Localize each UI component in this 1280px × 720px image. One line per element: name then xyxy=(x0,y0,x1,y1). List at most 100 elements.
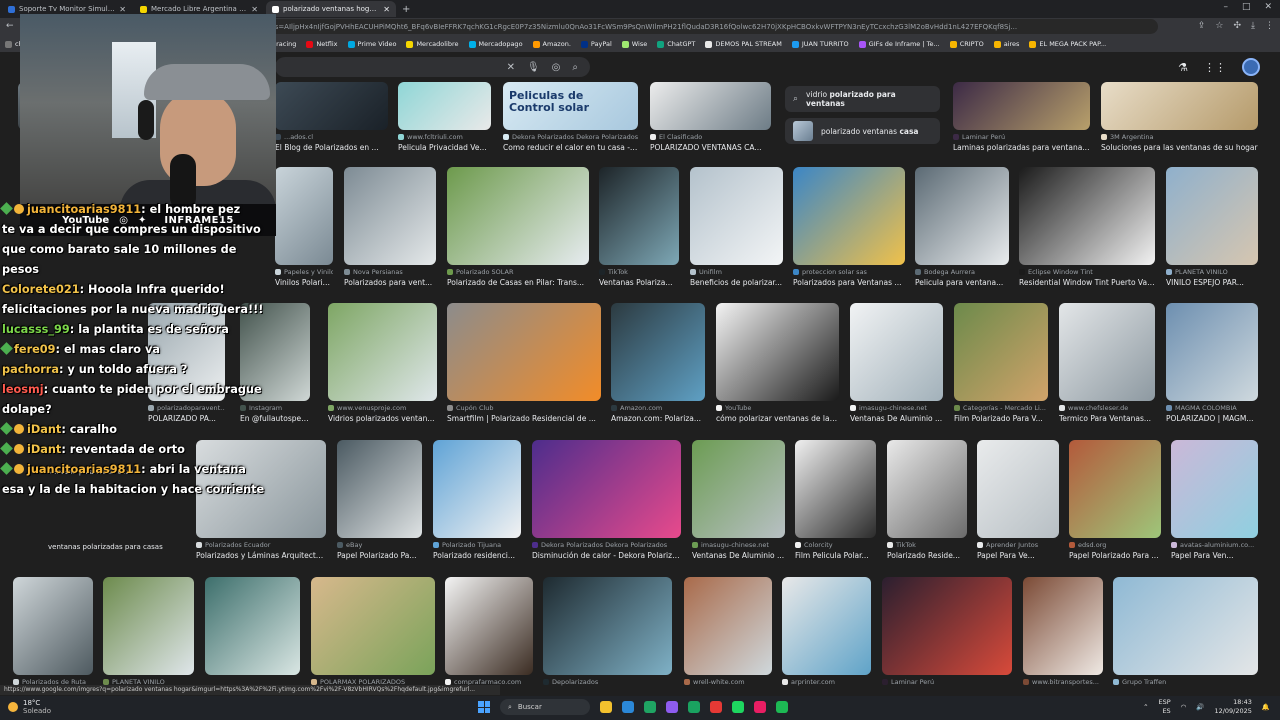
image-result[interactable]: YouTube cómo polarizar ventanas de la ... xyxy=(716,303,839,425)
image-result[interactable]: www.chefsleser.de Termico Para Ventanas..… xyxy=(1059,303,1155,425)
bookmark-item[interactable]: JUAN TURRITO xyxy=(787,40,854,48)
image-thumbnail[interactable] xyxy=(795,440,876,538)
image-source[interactable]: proteccion solar sas xyxy=(793,268,905,276)
image-thumbnail[interactable] xyxy=(328,303,437,401)
image-thumbnail[interactable] xyxy=(344,167,436,265)
image-result[interactable] xyxy=(205,577,300,686)
image-result[interactable]: El Clasificado POLARIZADO VENTANAS CA... xyxy=(650,82,771,154)
image-title[interactable]: Smartfilm | Polarizado Residencial de ..… xyxy=(447,414,601,423)
browser-tab[interactable]: polarizado ventanas hogar - Bus✕ xyxy=(266,1,396,17)
image-result[interactable]: www.venusproje.com Vidrios polarizados ve… xyxy=(328,303,437,425)
taskbar-app-icon[interactable] xyxy=(754,701,766,713)
image-result[interactable]: edsd.org Papel Polarizado Para ... xyxy=(1069,440,1161,562)
image-title[interactable]: Polarizado de Casas en Pilar: Trans... xyxy=(447,278,589,287)
image-title[interactable]: Papel Para Ve... xyxy=(977,551,1059,560)
image-source[interactable]: Bodega Aurrera xyxy=(915,268,1009,276)
image-thumbnail[interactable] xyxy=(692,440,785,538)
download-icon[interactable]: ⤓ xyxy=(1251,21,1255,31)
bookmark-item[interactable]: DEMOS PAL STREAM xyxy=(700,40,786,48)
taskbar-app-icon[interactable] xyxy=(644,701,656,713)
image-result[interactable]: TikTok Ventanas Polariza... xyxy=(599,167,679,289)
taskbar-search[interactable]: ⌕ Buscar xyxy=(500,699,590,715)
image-title[interactable]: Polarizado residenci... xyxy=(433,551,521,560)
related-search-label[interactable]: ventanas polarizadas para casas xyxy=(48,543,163,551)
image-result[interactable]: Categorías - Mercado Li... Film Polarizad… xyxy=(954,303,1048,425)
image-thumbnail[interactable] xyxy=(599,167,679,265)
image-source[interactable]: www.chefsleser.de xyxy=(1059,404,1155,412)
labs-icon[interactable]: ⚗ xyxy=(1178,61,1188,74)
bookmark-item[interactable]: Mercadopago xyxy=(464,40,528,48)
image-thumbnail[interactable] xyxy=(275,167,333,265)
image-result[interactable]: www.bitransportes... xyxy=(1023,577,1103,686)
image-result[interactable]: Polarizados de Ruta xyxy=(13,577,93,686)
image-title[interactable]: Ventanas De Aluminio ... xyxy=(692,551,785,560)
image-result[interactable]: imasugu-chinese.net Ventanas De Aluminio … xyxy=(850,303,943,425)
image-result[interactable]: arprinter.com xyxy=(782,577,871,686)
new-tab-button[interactable]: + xyxy=(402,4,410,15)
extensions-icon[interactable]: ✣ xyxy=(1233,21,1241,31)
image-thumbnail[interactable] xyxy=(1101,82,1258,130)
taskbar-app-icon[interactable] xyxy=(688,701,700,713)
image-result[interactable]: Amazon.com Amazon.com: Polariza... xyxy=(611,303,705,425)
image-source[interactable]: Laminar Perú xyxy=(953,133,1090,141)
image-source[interactable]: Eclipse Window Tint xyxy=(1019,268,1155,276)
image-title[interactable]: Papel Para Ven... xyxy=(1171,551,1258,560)
image-result[interactable]: imasugu-chinese.net Ventanas De Aluminio … xyxy=(692,440,785,562)
image-result[interactable]: Eclipse Window Tint Residential Window Ti… xyxy=(1019,167,1155,289)
image-result[interactable]: Peliculas de Control solar Dekora Polariz… xyxy=(503,82,638,154)
image-source[interactable]: 3M Argentina xyxy=(1101,133,1258,141)
image-title[interactable]: Papel Polarizado Para ... xyxy=(1069,551,1161,560)
image-result[interactable]: Dekora Polarizados Dekora Polarizados Dis… xyxy=(532,440,681,562)
notification-icon[interactable]: 🔔 xyxy=(1262,703,1270,711)
back-icon[interactable]: ← xyxy=(6,21,14,31)
image-result[interactable]: PLANETA VINILO xyxy=(103,577,194,686)
image-source[interactable]: Grupo Traffen xyxy=(1113,678,1258,686)
bookmark-item[interactable]: GIFs de Inframe | Te... xyxy=(854,40,945,48)
image-thumbnail[interactable] xyxy=(1019,167,1155,265)
image-source[interactable]: Dekora Polarizados Dekora Polarizados xyxy=(503,133,638,141)
image-result[interactable]: Depolarizados xyxy=(543,577,672,686)
image-result[interactable]: TikTok Polarizado Reside... xyxy=(887,440,967,562)
menu-icon[interactable]: ⋮ xyxy=(1265,21,1274,31)
tray-chevron-icon[interactable]: ⌃ xyxy=(1143,703,1148,711)
image-thumbnail[interactable] xyxy=(337,440,422,538)
language-indicator[interactable]: ESP ES xyxy=(1159,698,1171,716)
image-title[interactable]: POLARIZADO | MAGM... xyxy=(1166,414,1258,423)
image-thumbnail[interactable] xyxy=(611,303,705,401)
image-source[interactable]: Depolarizados xyxy=(543,678,672,686)
image-result[interactable]: 3M Argentina Soluciones para las ventanas… xyxy=(1101,82,1258,154)
image-thumbnail[interactable] xyxy=(1023,577,1103,675)
image-thumbnail[interactable] xyxy=(953,82,1090,130)
image-thumbnail[interactable] xyxy=(205,577,300,675)
taskbar-app-icon[interactable] xyxy=(776,701,788,713)
image-title[interactable]: Beneficios de polarizar... xyxy=(690,278,783,287)
tab-close-icon[interactable]: ✕ xyxy=(251,5,258,14)
bookmark-item[interactable]: Mercadolibre xyxy=(401,40,463,48)
bookmark-item[interactable]: EL MEGA PACK PAP... xyxy=(1024,40,1111,48)
image-title[interactable]: Ventanas Polariza... xyxy=(599,278,679,287)
image-result[interactable]: ...ados.cl El Blog de Polarizados en ... xyxy=(275,82,388,154)
image-thumbnail[interactable] xyxy=(850,303,943,401)
image-thumbnail[interactable] xyxy=(275,82,388,130)
image-result[interactable]: avatas-aluminium.co... Papel Para Ven... xyxy=(1171,440,1258,562)
image-result[interactable]: Unifilm Beneficios de polarizar... xyxy=(690,167,783,289)
image-title[interactable]: Papel Polarizado Pa... xyxy=(337,551,422,560)
share-icon[interactable]: ⇪ xyxy=(1198,21,1206,31)
image-title[interactable]: Residential Window Tint Puerto Val... xyxy=(1019,278,1155,287)
image-thumbnail[interactable] xyxy=(887,440,967,538)
image-source[interactable]: www.bitransportes... xyxy=(1023,678,1103,686)
image-source[interactable]: Instagram xyxy=(240,404,310,412)
image-result[interactable]: Instagram En @fullautosperei... xyxy=(240,303,310,425)
image-result[interactable]: Polarizado SOLAR Polarizado de Casas en P… xyxy=(447,167,589,289)
bookmark-item[interactable]: CRIPTO xyxy=(945,40,989,48)
image-thumbnail[interactable] xyxy=(103,577,194,675)
image-result[interactable]: Aprender Juntos Papel Para Ve... xyxy=(977,440,1059,562)
image-source[interactable]: Polarizado SOLAR xyxy=(447,268,589,276)
image-result[interactable]: Nova Persianas Polarizados para vent... xyxy=(344,167,436,289)
star-icon[interactable]: ☆ xyxy=(1215,21,1223,31)
image-title[interactable]: Polarizado Reside... xyxy=(887,551,967,560)
image-result[interactable]: wrell-white.com xyxy=(684,577,772,686)
image-result[interactable]: Papeles y Vinilos Adhesi... Vinilos Polar… xyxy=(275,167,333,289)
avatar[interactable] xyxy=(1242,58,1260,76)
image-thumbnail[interactable] xyxy=(532,440,681,538)
